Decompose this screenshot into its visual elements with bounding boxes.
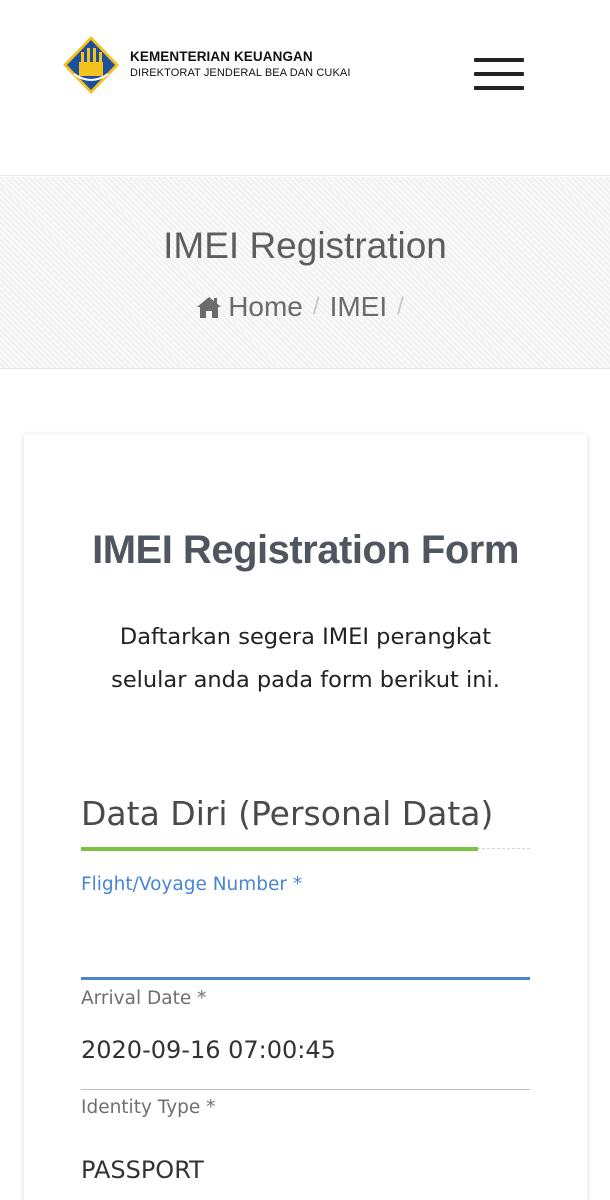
flight-number-label: Flight/Voyage Number *	[81, 874, 303, 895]
ministry-emblem-icon	[63, 36, 119, 94]
registration-card: IMEI Registration Form Daftarkan segera …	[24, 434, 587, 1200]
org-title: KEMENTERIAN KEUANGAN	[130, 49, 313, 64]
home-icon[interactable]	[196, 295, 222, 319]
hamburger-menu-icon[interactable]	[474, 58, 524, 90]
section-title-personal-data: Data Diri (Personal Data)	[81, 794, 494, 833]
org-subtitle: DIREKTORAT JENDERAL BEA DAN CUKAI	[130, 67, 351, 79]
breadcrumb-home[interactable]: Home	[228, 291, 303, 323]
flight-number-underline	[81, 977, 530, 980]
identity-type-select[interactable]: PASSPORT	[81, 1156, 530, 1192]
arrival-date-label: Arrival Date *	[81, 988, 207, 1009]
ministry-logo[interactable]: KEMENTERIAN KEUANGAN DIREKTORAT JENDERAL…	[60, 34, 351, 96]
section-divider-accent	[81, 847, 478, 851]
arrival-date-input[interactable]	[81, 1030, 530, 1070]
page-title: IMEI Registration	[163, 225, 447, 266]
breadcrumb: Home / IMEI /	[0, 291, 610, 323]
identity-type-label: Identity Type *	[81, 1097, 216, 1118]
breadcrumb-separator: /	[397, 293, 404, 320]
breadcrumb-separator: /	[312, 293, 320, 320]
form-description: Daftarkan segera IMEI perangkat selular …	[111, 624, 500, 693]
arrival-date-underline	[81, 1089, 530, 1090]
site-header: KEMENTERIAN KEUANGAN DIREKTORAT JENDERAL…	[0, 0, 610, 176]
breadcrumb-imei[interactable]: IMEI	[330, 291, 388, 323]
form-title: IMEI Registration Form	[92, 528, 519, 572]
page-header-band: IMEI Registration Home / IMEI /	[0, 177, 610, 369]
flight-number-input[interactable]	[81, 920, 530, 960]
